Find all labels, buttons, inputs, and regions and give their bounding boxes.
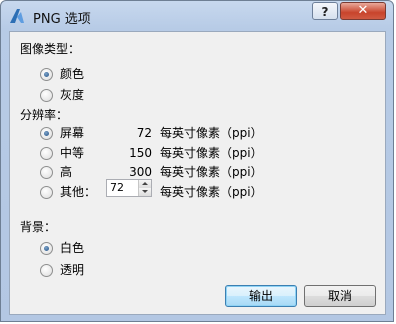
png-options-dialog: PNG 选项 ? ✕ 图像类型： 颜色 灰度 分辨率： 屏幕 72 每英寸像素（… [0, 0, 394, 322]
resolution-medium-label[interactable]: 中等 [60, 145, 84, 161]
resolution-other-label[interactable]: 其他： [60, 184, 96, 200]
image-type-color-label[interactable]: 颜色 [60, 66, 84, 82]
background-transparent-radio[interactable] [40, 264, 53, 277]
resolution-other-input[interactable] [107, 180, 137, 196]
resolution-screen-unit: 每英寸像素（ppi） [160, 126, 263, 140]
image-type-color-radio[interactable] [40, 68, 53, 81]
image-type-gray-radio[interactable] [40, 89, 53, 102]
resolution-high-value: 300 [129, 165, 152, 179]
background-transparent-label[interactable]: 透明 [60, 262, 84, 278]
background-label: 背景： [20, 220, 57, 234]
spin-up-arrow-icon[interactable] [138, 180, 151, 188]
resolution-other-unit: 每英寸像素（ppi） [160, 185, 263, 199]
close-button[interactable]: ✕ [340, 2, 386, 20]
resolution-other-spinner[interactable] [106, 179, 152, 197]
spin-down-arrow-icon[interactable] [138, 188, 151, 196]
resolution-medium-unit: 每英寸像素（ppi） [160, 146, 263, 160]
resolution-medium-radio[interactable] [40, 147, 53, 160]
image-type-label: 图像类型： [20, 42, 81, 56]
cancel-button[interactable]: 取消 [304, 285, 376, 307]
app-logo-icon [10, 9, 24, 23]
resolution-high-unit: 每英寸像素（ppi） [160, 165, 263, 179]
help-button[interactable]: ? [312, 2, 338, 20]
image-type-gray-label[interactable]: 灰度 [60, 87, 84, 103]
resolution-screen-value: 72 [136, 126, 152, 140]
resolution-high-radio[interactable] [40, 166, 53, 179]
title-bar[interactable]: PNG 选项 ? ✕ [1, 1, 393, 31]
resolution-label: 分辨率： [20, 108, 69, 122]
export-button[interactable]: 输出 [225, 285, 297, 307]
resolution-medium-value: 150 [129, 146, 152, 160]
dialog-title: PNG 选项 [33, 12, 91, 27]
dialog-body: 图像类型： 颜色 灰度 分辨率： 屏幕 72 每英寸像素（ppi） 中等 150… [9, 31, 386, 315]
background-white-label[interactable]: 白色 [60, 240, 84, 256]
background-white-radio[interactable] [40, 242, 53, 255]
resolution-other-radio[interactable] [40, 186, 53, 199]
resolution-high-label[interactable]: 高 [60, 164, 72, 180]
resolution-screen-radio[interactable] [40, 127, 53, 140]
resolution-screen-label[interactable]: 屏幕 [60, 125, 84, 141]
